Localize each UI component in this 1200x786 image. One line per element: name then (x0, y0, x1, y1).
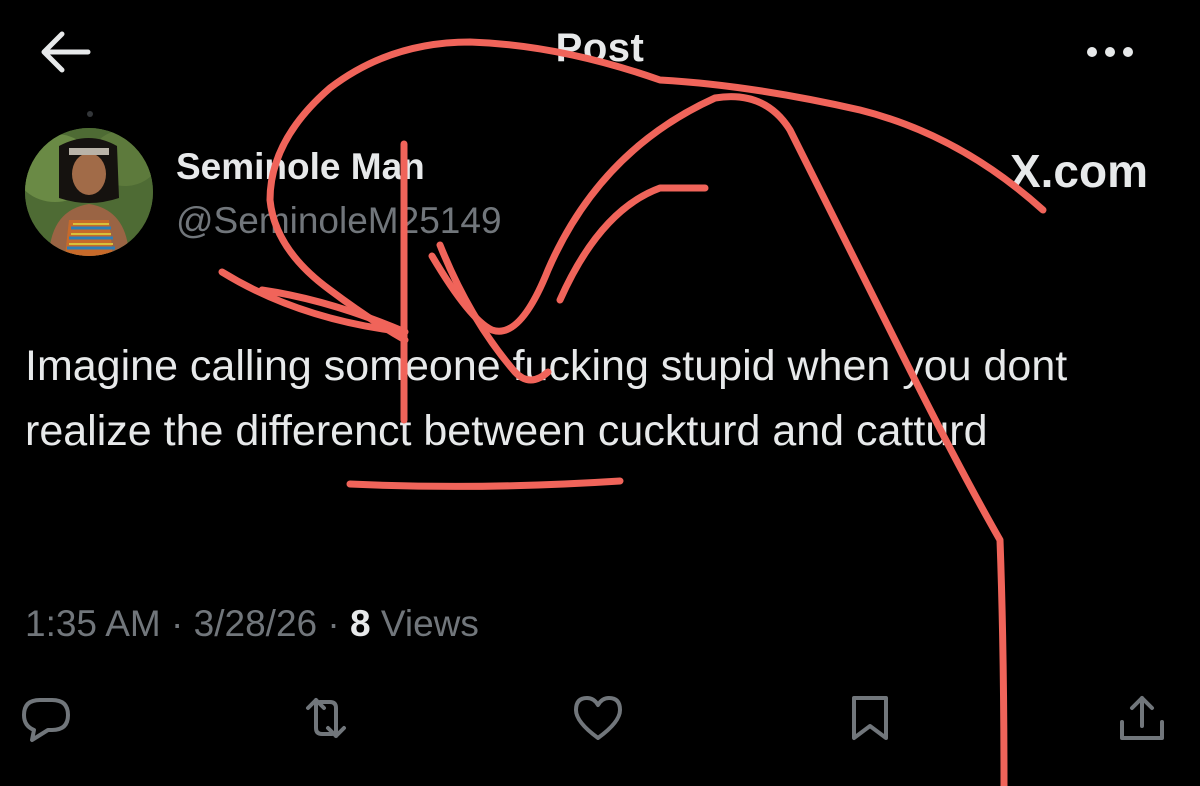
more-options-button[interactable] (1080, 30, 1140, 74)
more-horizontal-icon (1087, 47, 1133, 57)
post-metadata: 1:35 AM · 3/28/26 · 8 Views (25, 603, 479, 645)
reply-button[interactable] (18, 690, 74, 746)
avatar-image (25, 128, 153, 256)
avatar[interactable] (25, 128, 153, 256)
repost-icon (306, 698, 346, 738)
views-count[interactable]: 8 (350, 603, 371, 644)
thread-connector-dot (87, 111, 93, 117)
meta-separator: · (171, 603, 184, 644)
reply-icon (22, 698, 70, 742)
page-title: Post (555, 26, 645, 70)
repost-button[interactable] (298, 690, 354, 746)
heart-icon (574, 696, 622, 740)
post-date[interactable]: 3/28/26 (194, 603, 317, 644)
post-time[interactable]: 1:35 AM (25, 603, 161, 644)
bookmark-icon (852, 696, 888, 740)
bookmark-button[interactable] (842, 690, 898, 746)
views-label[interactable]: Views (381, 603, 479, 644)
watermark-text: X.com (1009, 145, 1148, 197)
share-icon (1120, 696, 1164, 740)
author-name[interactable]: Seminole Man (176, 146, 425, 188)
author-handle[interactable]: @SeminoleM25149 (176, 200, 502, 242)
post-text: Imagine calling someone fucking stupid w… (25, 342, 1068, 455)
share-button[interactable] (1114, 690, 1170, 746)
like-button[interactable] (570, 690, 626, 746)
meta-separator: · (327, 603, 340, 644)
top-bar: Post (0, 0, 1200, 100)
